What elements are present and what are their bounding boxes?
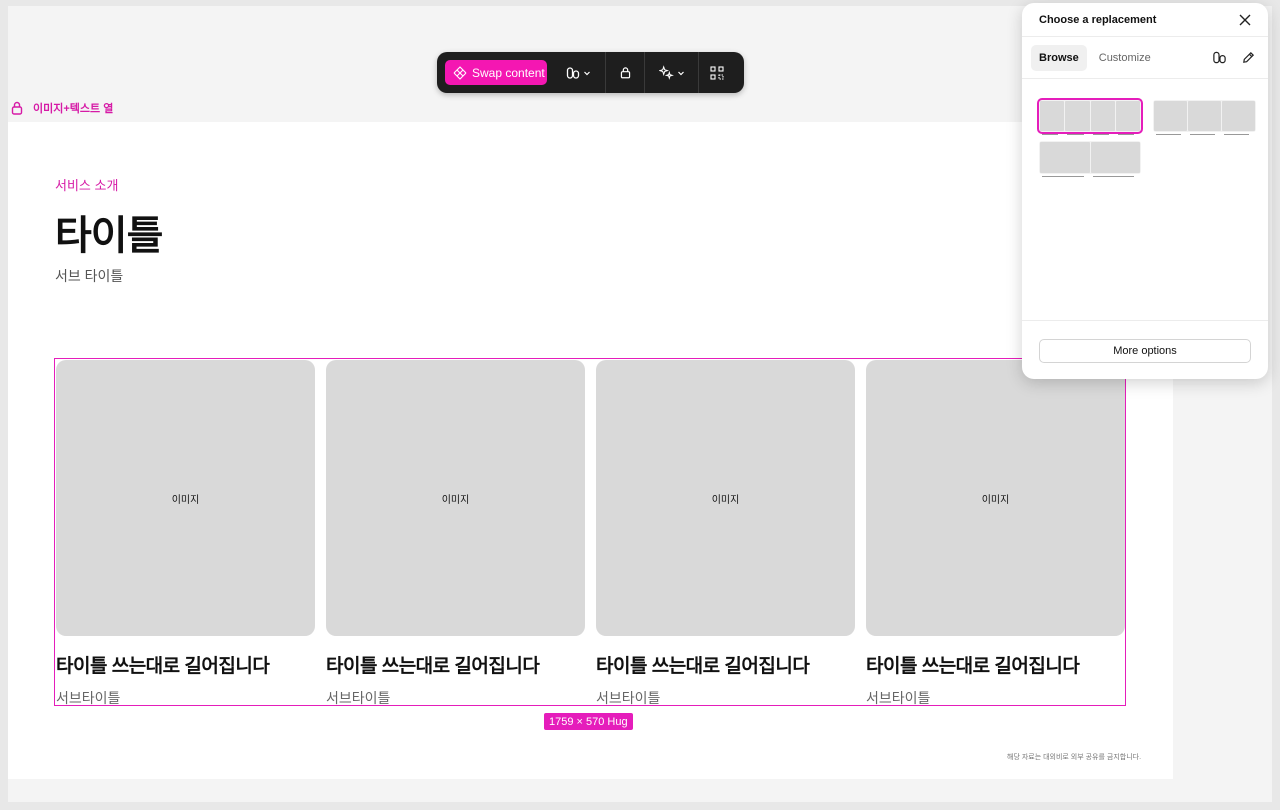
panel-tabs: Browse Customize	[1022, 37, 1268, 79]
image-label: 이미지	[441, 494, 470, 506]
card-title[interactable]: 타이틀 쓰는대로 길어집니다	[596, 651, 855, 678]
card-title[interactable]: 타이틀 쓰는대로 길어집니다	[866, 651, 1125, 678]
card[interactable]: 이미지 타이틀 쓰는대로 길어집니다 서브타이틀	[866, 360, 1125, 708]
swap-content-label: Swap content	[472, 65, 545, 80]
swap-icon	[453, 65, 467, 80]
floating-toolbar: Swap content	[437, 52, 744, 93]
swap-content-button[interactable]: Swap content	[445, 60, 547, 85]
panel-header: Choose a replacement	[1022, 3, 1268, 37]
thumb-cell	[1090, 142, 1140, 177]
more-options-button[interactable]: More options	[1039, 339, 1251, 363]
thumb-cell	[1040, 101, 1065, 135]
chevron-down-icon	[677, 71, 684, 75]
variants-dropdown[interactable]	[552, 52, 605, 93]
replacement-panel: Choose a replacement Browse Customize Mo…	[1022, 3, 1268, 379]
image-label: 이미지	[711, 494, 740, 506]
card[interactable]: 이미지 타이틀 쓰는대로 길어집니다 서브타이틀	[326, 360, 585, 708]
panel-title: Choose a replacement	[1039, 13, 1157, 26]
lock-button[interactable]	[606, 52, 644, 93]
variants-icon	[567, 66, 580, 79]
image-placeholder[interactable]: 이미지	[866, 360, 1125, 636]
card-title[interactable]: 타이틀 쓰는대로 길어집니다	[326, 651, 585, 678]
edit-icon[interactable]	[1241, 50, 1256, 65]
grid-icon	[710, 65, 724, 80]
thumb-cell	[1090, 101, 1115, 135]
footer-note: 해당 자료는 대외비로 외부 공유를 금지합니다.	[1007, 754, 1142, 761]
page-subtitle[interactable]: 서브 타이틀	[55, 266, 123, 286]
card-title[interactable]: 타이틀 쓰는대로 길어집니다	[56, 651, 315, 678]
image-placeholder[interactable]: 이미지	[596, 360, 855, 636]
image-label: 이미지	[981, 494, 1010, 506]
lock-icon	[620, 67, 630, 79]
replacement-option-2col[interactable]	[1039, 141, 1141, 177]
thumb-cell	[1065, 101, 1090, 135]
tab-customize[interactable]: Customize	[1091, 45, 1159, 71]
image-placeholder[interactable]: 이미지	[326, 360, 585, 636]
card[interactable]: 이미지 타이틀 쓰는대로 길어집니다 서브타이틀	[56, 360, 315, 708]
ai-actions-dropdown[interactable]	[645, 52, 698, 93]
chevron-down-icon	[584, 71, 591, 75]
section-eyebrow[interactable]: 서비스 소개	[55, 175, 118, 194]
page-title[interactable]: 타이틀	[55, 203, 163, 261]
thumb-cell	[1115, 101, 1140, 135]
close-icon[interactable]	[1238, 13, 1252, 27]
replacement-option-4col[interactable]	[1037, 98, 1143, 135]
card[interactable]: 이미지 타이틀 쓰는대로 길어집니다 서브타이틀	[596, 360, 855, 708]
grid-button[interactable]	[699, 52, 736, 93]
size-badge: 1759 × 570 Hug	[544, 713, 633, 730]
lock-icon	[11, 101, 23, 115]
thumb-cell	[1040, 142, 1090, 177]
image-placeholder[interactable]: 이미지	[56, 360, 315, 636]
variants-icon[interactable]	[1212, 50, 1227, 65]
thumb-cell	[1154, 101, 1187, 135]
frame-label[interactable]: 이미지+텍스트 열	[9, 99, 113, 117]
image-label: 이미지	[171, 494, 200, 506]
card-subtitle[interactable]: 서브타이틀	[596, 688, 855, 708]
sparkle-icon	[658, 65, 674, 80]
tab-browse[interactable]: Browse	[1031, 44, 1087, 71]
thumb-cell	[1222, 101, 1255, 135]
card-subtitle[interactable]: 서브타이틀	[326, 688, 585, 708]
panel-footer: More options	[1022, 320, 1268, 379]
card-subtitle[interactable]: 서브타이틀	[866, 688, 1125, 708]
card-subtitle[interactable]: 서브타이틀	[56, 688, 315, 708]
replacement-option-3col[interactable]	[1153, 100, 1256, 135]
frame-label-text: 이미지+텍스트 열	[33, 103, 114, 115]
thumb-cell	[1188, 101, 1221, 135]
